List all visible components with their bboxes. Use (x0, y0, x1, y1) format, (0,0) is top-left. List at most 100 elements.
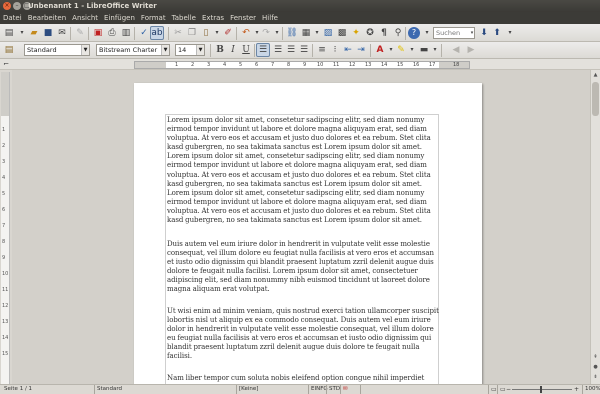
navigation-icon[interactable]: ● (591, 362, 600, 372)
right-to-left-icon[interactable]: ▶ (465, 44, 477, 56)
menu-datei[interactable]: Datei (0, 12, 25, 24)
selection-mode-indicator[interactable]: STD (326, 385, 340, 394)
insert-mode-indicator[interactable]: EINFG (308, 385, 328, 394)
menu-einfuegen[interactable]: Einfügen (101, 12, 138, 24)
page-indicator[interactable]: Seite 1 / 1 (2, 385, 32, 394)
language-indicator[interactable]: [Keine] (236, 385, 258, 394)
bullets-icon[interactable]: ⁝ (329, 44, 341, 56)
tab-stop-type-icon[interactable]: ⌐ (1, 59, 11, 69)
background-color-dropdown-icon[interactable]: ▾ (429, 44, 441, 56)
toolbar-options-icon[interactable]: ▾ (421, 27, 433, 39)
menu-extras[interactable]: Extras (199, 12, 227, 24)
page-style-indicator[interactable]: Standard (94, 385, 122, 394)
ruler-tick: 1 (175, 62, 179, 68)
search-dropdown-icon[interactable]: ▾ (466, 27, 478, 39)
find-previous-icon[interactable]: ⬆ (491, 27, 503, 39)
increase-indent-icon[interactable]: ⇥ (355, 44, 367, 56)
zoom-in-icon[interactable]: + (574, 385, 579, 394)
next-page-icon[interactable]: ⇟ (591, 372, 600, 382)
left-to-right-icon[interactable]: ◀ (450, 44, 462, 56)
find-next-icon[interactable]: ⬇ (478, 27, 490, 39)
spellcheck-icon[interactable]: ✓ (138, 27, 150, 39)
paragraph-4[interactable]: Nam liber tempor cum soluta nobis eleife… (167, 374, 441, 383)
export-pdf-icon[interactable]: ▣ (92, 27, 104, 39)
zoom-level[interactable]: 100% (582, 385, 600, 394)
align-right-icon[interactable]: ☰ (285, 44, 297, 56)
font-name-value: Bitstream Charter (99, 46, 158, 54)
zoom-slider-knob[interactable] (540, 386, 542, 393)
paragraph-style-select[interactable]: Standard ▼ (24, 44, 90, 56)
menu-bearbeiten[interactable]: Bearbeiten (25, 12, 69, 24)
print-icon[interactable]: ⎙ (106, 27, 118, 39)
separator (441, 44, 442, 57)
vruler-tick: 1 (2, 127, 6, 133)
document-page[interactable]: Lorem ipsum dolor sit amet, consetetur s… (134, 83, 482, 384)
vruler-tick: 12 (2, 303, 9, 309)
minimize-window-button[interactable]: – (13, 2, 21, 10)
paragraph-3[interactable]: Ut wisi enim ad minim veniam, quis nostr… (167, 307, 441, 362)
zoom-out-icon[interactable]: − (506, 385, 511, 394)
multi-page-view-icon[interactable]: ▭ (497, 385, 506, 394)
menu-tabelle[interactable]: Tabelle (169, 12, 199, 24)
styles-formatting-icon[interactable]: ▤ (3, 44, 15, 56)
close-window-button[interactable]: × (3, 2, 11, 10)
open-folder-icon[interactable]: ▰ (28, 27, 40, 39)
font-name-select[interactable]: Bitstream Charter ▼ (96, 44, 170, 56)
ruler-tick: 12 (349, 62, 356, 68)
separator (405, 27, 406, 40)
menu-ansicht[interactable]: Ansicht (69, 12, 101, 24)
ruler-tick: 9 (303, 62, 307, 68)
separator (312, 44, 313, 57)
copy-icon[interactable]: ❐ (186, 27, 198, 39)
formatting-marks-icon[interactable]: ¶ (378, 27, 390, 39)
edit-mode-icon[interactable]: ✎ (74, 27, 86, 39)
help-icon[interactable]: ? (408, 27, 420, 39)
new-document-icon[interactable]: ▤ (3, 27, 15, 39)
clone-formatting-icon[interactable]: ✐ (222, 27, 234, 39)
zoom-icon[interactable]: ⚲ (392, 27, 404, 39)
decrease-indent-icon[interactable]: ⇤ (342, 44, 354, 56)
vertical-ruler[interactable]: 1 2 3 4 5 6 7 8 9 10 11 12 13 14 15 (1, 72, 10, 384)
bold-icon[interactable]: B (214, 44, 226, 56)
justify-icon[interactable]: ☰ (298, 44, 310, 56)
paragraph-2[interactable]: Duis autem vel eum iriure dolor in hendr… (167, 240, 441, 295)
highlighting-dropdown-icon[interactable]: ▾ (406, 44, 418, 56)
horizontal-ruler[interactable]: 1 2 3 4 5 6 7 8 9 10 11 12 13 14 15 16 1… (134, 61, 470, 69)
save-icon[interactable]: ■ (42, 27, 54, 39)
align-center-icon[interactable]: ☰ (272, 44, 284, 56)
single-page-view-icon[interactable]: ▭ (488, 385, 497, 394)
scroll-up-icon[interactable]: ▲ (591, 70, 600, 80)
page-preview-icon[interactable]: ▥ (120, 27, 132, 39)
menu-bar: Datei Bearbeiten Ansicht Einfügen Format… (0, 12, 600, 24)
digital-signature-icon[interactable]: ✉ (340, 385, 348, 394)
chart-icon[interactable]: ▩ (336, 27, 348, 39)
separator (88, 27, 89, 40)
menu-fenster[interactable]: Fenster (227, 12, 259, 24)
menu-format[interactable]: Format (138, 12, 169, 24)
vruler-tick: 14 (2, 335, 9, 341)
paragraph-1[interactable]: Lorem ipsum dolor sit amet, consetetur s… (167, 116, 441, 225)
numbering-icon[interactable]: ≡ (316, 44, 328, 56)
separator (282, 27, 283, 40)
underline-icon[interactable]: U (240, 44, 252, 56)
previous-page-icon[interactable]: ⇞ (591, 352, 600, 362)
font-size-select[interactable]: 14 ▼ (175, 44, 205, 56)
standard-toolbar: ▤ ▾ ▰ ■ ✉ ✎ ▣ ⎙ ▥ ✓ ab ✂ ❐ ▯ ▾ ✐ ↶ ▾ ↷ ▾… (0, 24, 600, 42)
draw-functions-icon[interactable]: ✦ (350, 27, 362, 39)
cut-icon[interactable]: ✂ (172, 27, 184, 39)
hyperlink-icon[interactable]: ⛓ (286, 27, 298, 39)
vruler-tick: 7 (2, 223, 6, 229)
navigator-icon[interactable]: ✪ (364, 27, 376, 39)
vertical-scrollbar[interactable]: ▲ ⇞ ● ⇟ (590, 70, 600, 384)
new-dropdown-icon[interactable]: ▾ (16, 27, 28, 39)
ruler-tick: 2 (191, 62, 195, 68)
ruler-tick: 3 (207, 62, 211, 68)
window-title: Unbenannt 1 - LibreOffice Writer (28, 2, 157, 10)
italic-icon[interactable]: I (227, 44, 239, 56)
email-icon[interactable]: ✉ (56, 27, 68, 39)
menu-hilfe[interactable]: Hilfe (259, 12, 281, 24)
image-icon[interactable]: ▨ (322, 27, 334, 39)
search-options-icon[interactable]: ▾ (504, 27, 516, 39)
zoom-slider-track[interactable] (512, 389, 572, 390)
scrollbar-thumb[interactable] (592, 82, 599, 116)
